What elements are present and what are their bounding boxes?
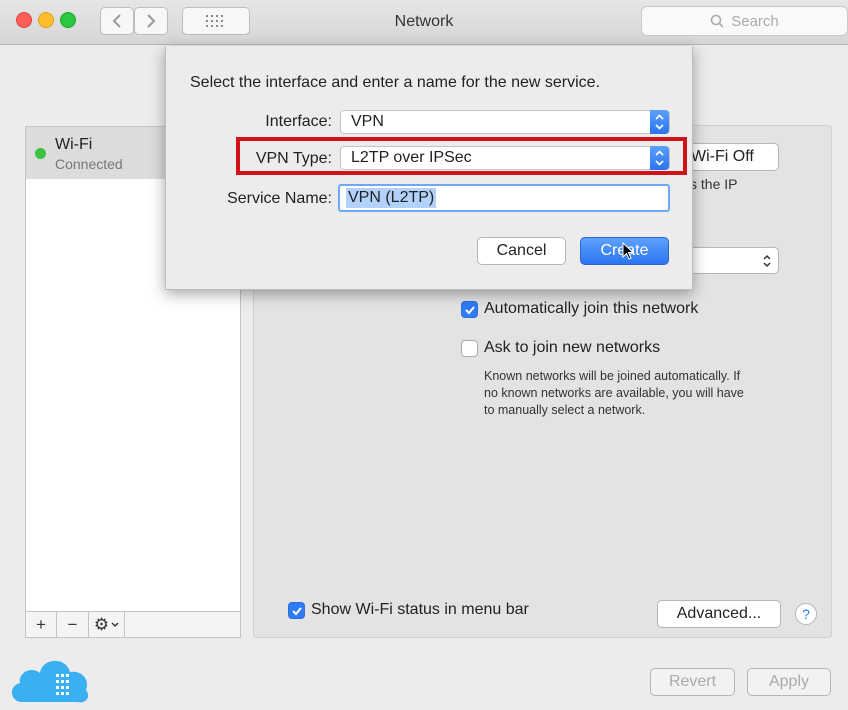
checkmark-icon <box>464 305 475 314</box>
sidebar-item-status: Connected <box>55 156 123 172</box>
cancel-button[interactable]: Cancel <box>477 237 566 265</box>
turn-wifi-off-button[interactable]: Wi-Fi Off <box>684 143 779 171</box>
plus-icon: + <box>36 614 46 634</box>
revert-button[interactable]: Revert <box>650 668 735 696</box>
sidebar-item-label: Wi-Fi <box>55 136 93 153</box>
service-name-field[interactable]: VPN (L2TP) <box>338 184 670 212</box>
service-name-value: VPN (L2TP) <box>346 188 437 208</box>
advanced-label: Advanced... <box>676 605 762 622</box>
network-name-popup[interactable] <box>684 247 779 274</box>
advanced-button[interactable]: Advanced... <box>657 600 781 628</box>
remove-service-button[interactable]: − <box>57 612 89 637</box>
up-down-arrows-icon <box>763 254 771 267</box>
cloud-logo-icon <box>11 660 89 703</box>
show-status-label: Show Wi-Fi status in menu bar <box>311 601 529 618</box>
ask-join-label: Ask to join new networks <box>484 339 661 356</box>
help-button[interactable]: ? <box>795 603 817 625</box>
minus-icon: − <box>67 614 78 634</box>
ask-join-checkbox[interactable] <box>461 340 478 357</box>
revert-label: Revert <box>668 673 717 690</box>
mouse-pointer-icon <box>622 242 635 260</box>
interface-value: VPN <box>351 113 384 130</box>
interface-label: Interface: <box>265 113 332 130</box>
search-field[interactable]: Search <box>641 6 848 36</box>
action-menu-button[interactable]: ⚙ <box>89 612 125 637</box>
auto-join-label: Automatically join this network <box>484 300 699 317</box>
ip-info-text: s the IP <box>690 176 738 192</box>
help-line: no known networks are available, you wil… <box>484 386 744 400</box>
status-dot-icon <box>35 148 46 159</box>
checkmark-icon <box>291 606 302 615</box>
cancel-label: Cancel <box>496 242 547 259</box>
apply-button[interactable]: Apply <box>747 668 831 696</box>
search-placeholder: Search <box>731 12 779 30</box>
sheet-prompt: Select the interface and enter a name fo… <box>190 74 601 91</box>
interface-popup[interactable]: VPN <box>340 110 670 134</box>
highlight-box <box>236 137 687 175</box>
turn-wifi-off-label: Wi-Fi Off <box>691 148 754 165</box>
auto-join-checkbox[interactable] <box>461 301 478 318</box>
apply-label: Apply <box>768 673 810 690</box>
show-status-checkbox[interactable] <box>288 602 305 619</box>
service-name-label: Service Name: <box>227 190 332 207</box>
help-line: to manually select a network. <box>484 403 646 417</box>
stepper-arrows-icon <box>650 110 669 134</box>
ask-join-help: Known networks will be joined automatica… <box>484 368 744 419</box>
add-service-button[interactable]: + <box>26 612 57 637</box>
chevron-down-icon <box>111 622 119 627</box>
help-icon: ? <box>802 606 810 622</box>
title-bar: Network Search <box>0 0 848 45</box>
gear-icon: ⚙ <box>93 614 110 634</box>
search-icon <box>710 14 724 28</box>
sidebar-toolbar: + − ⚙ <box>25 612 241 638</box>
help-line: Known networks will be joined automatica… <box>484 369 741 383</box>
